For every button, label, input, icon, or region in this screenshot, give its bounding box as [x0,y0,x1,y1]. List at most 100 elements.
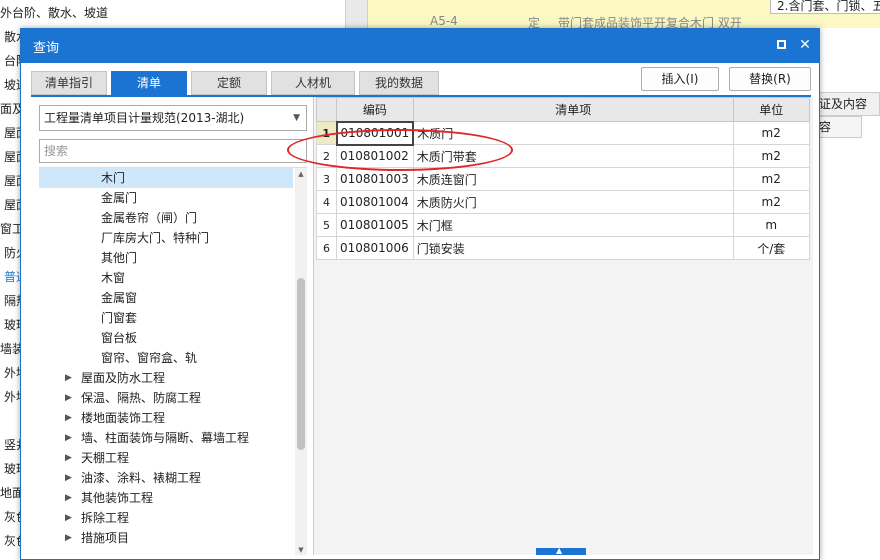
maximize-icon[interactable] [773,37,789,53]
category-tree: ▲ ▼ 木门金属门金属卷帘（闸）门 厂库房大门、特种门 其他门木窗金属窗门窗套窗台板… [39,167,307,555]
cell-item-name[interactable]: 门锁安装 [412,236,734,260]
cell-unit[interactable]: m2 [732,144,810,168]
bg-row-code: A5-4 [430,14,458,28]
tree-item-label: 其他装饰工程 [81,491,154,505]
table-row[interactable]: 3 010801003 木质连窗门 m2 [316,167,810,191]
tree-item[interactable]: 金属卷帘（闸）门 [39,208,293,228]
tree-item-label: 墙、柱面装饰与隔断、幕墙工程 [81,431,250,445]
row-number[interactable]: 1 [316,121,337,145]
column-header-code[interactable]: 编码 [336,97,414,122]
tree-item-label: 拆除工程 [81,511,130,525]
tree-item-label: 保温、隔热、防腐工程 [81,391,202,405]
tree-item[interactable]: ▶ 措施项目 [39,528,293,548]
cell-code[interactable]: 010801004 [336,190,414,214]
tree-item[interactable]: 其他门 [39,248,293,268]
tree-item-label: 厂库房大门、特种门 [101,231,210,245]
table-row[interactable]: 2 010801002 木质门带套 m2 [316,144,810,168]
tree-item-label: 金属门 [101,191,138,205]
tree-item[interactable]: 木窗 [39,268,293,288]
tree-item[interactable]: ▶ 保温、隔热、防腐工程 [39,388,293,408]
tab-quota[interactable]: 定额 [191,71,267,95]
column-header-item[interactable]: 清单项 [412,97,734,122]
chevron-up-icon: ▲ [556,546,563,555]
panel-collapse-handle[interactable]: ▲ [536,546,586,555]
tree-item-label: 其他门 [101,251,138,265]
replace-button[interactable]: 替换(R) [729,67,811,91]
tree-item[interactable]: ▶ 墙、柱面装饰与隔断、幕墙工程 [39,428,293,448]
row-number[interactable]: 5 [316,213,337,237]
bg-tab-content[interactable]: 证及内容 [812,92,880,116]
tree-item-label: 木门 [101,171,126,185]
cell-item-name[interactable]: 木质防火门 [412,190,734,214]
tree-item-label: 窗台板 [101,331,138,345]
tab-list-guide[interactable]: 清单指引 [31,71,107,95]
insert-button[interactable]: 插入(I) [641,67,719,91]
scroll-up-icon[interactable]: ▲ [295,168,307,180]
chevron-right-icon[interactable]: ▶ [65,368,72,388]
left-pane: 工程量清单项目计量规范(2013-湖北) ▼ ▲ ▼ 木门金属门金属卷帘（闸）门… [39,105,307,555]
tab-labor-material[interactable]: 人材机 [271,71,355,95]
tree-item[interactable]: 木门 [39,168,293,188]
table-row[interactable]: 5 010801005 木门框 m [316,213,810,237]
tree-item-label: 楼地面装饰工程 [81,411,166,425]
table-row[interactable]: 1 010801001 木质门 m2 [316,120,810,146]
row-number-header [316,97,337,122]
chevron-right-icon[interactable]: ▶ [65,468,72,488]
tree-item[interactable]: 窗帘、窗帘盒、轨 [39,348,293,368]
tree-item[interactable]: 金属窗 [39,288,293,308]
chevron-right-icon[interactable]: ▶ [65,408,72,428]
spec-select[interactable]: 工程量清单项目计量规范(2013-湖北) ▼ [39,105,307,131]
cell-code[interactable]: 010801001 [335,120,415,146]
bg-content-note: 2.含门套、门锁、五 [770,0,880,14]
row-number[interactable]: 6 [316,236,337,260]
chevron-right-icon[interactable]: ▶ [65,508,72,528]
tree-item[interactable]: ▶ 屋面及防水工程 [39,368,293,388]
chevron-right-icon[interactable]: ▶ [65,428,72,448]
cell-code[interactable]: 010801005 [336,213,414,237]
cell-code[interactable]: 010801002 [336,144,414,168]
tree-item[interactable]: ▶ 拆除工程 [39,508,293,528]
tree-scrollbar[interactable]: ▲ ▼ [295,168,307,555]
tab-my-data[interactable]: 我的数据 [359,71,439,95]
tree-item-label: 天棚工程 [81,451,130,465]
tree-item[interactable]: ▶ 油漆、涂料、裱糊工程 [39,468,293,488]
tree-item-label: 屋面及防水工程 [81,371,166,385]
chevron-right-icon[interactable]: ▶ [65,388,72,408]
tree-item[interactable]: ▶ 其他装饰工程 [39,488,293,508]
cell-item-name[interactable]: 木质门 [412,121,734,145]
tree-item-label: 金属卷帘（闸）门 [101,211,198,225]
row-number[interactable]: 3 [316,167,337,191]
cell-item-name[interactable]: 木质门带套 [412,144,734,168]
cell-code[interactable]: 010801006 [336,236,414,260]
search-input[interactable] [39,139,307,163]
tree-item[interactable]: ▶ 楼地面装饰工程 [39,408,293,428]
cell-code[interactable]: 010801003 [336,167,414,191]
tree-item[interactable]: 金属门 [39,188,293,208]
bg-left-line: 外台阶、散水、坡道 [0,6,109,20]
cell-unit[interactable]: 个/套 [732,236,810,260]
cell-unit[interactable]: m2 [732,190,810,214]
scroll-down-icon[interactable]: ▼ [295,544,307,555]
tree-item-label: 金属窗 [101,291,138,305]
cell-unit[interactable]: m [732,213,810,237]
tree-item[interactable]: 门窗套 [39,308,293,328]
row-number[interactable]: 2 [316,144,337,168]
chevron-right-icon[interactable]: ▶ [65,528,72,548]
close-icon[interactable]: ✕ [797,37,813,53]
cell-unit[interactable]: m2 [732,167,810,191]
cell-item-name[interactable]: 木质连窗门 [412,167,734,191]
cell-unit[interactable]: m2 [732,121,810,145]
tab-bill-items[interactable]: 清单 [111,71,187,95]
chevron-right-icon[interactable]: ▶ [65,488,72,508]
table-row[interactable]: 4 010801004 木质防火门 m2 [316,190,810,214]
cell-item-name[interactable]: 木门框 [412,213,734,237]
chevron-right-icon[interactable]: ▶ [65,448,72,468]
row-number[interactable]: 4 [316,190,337,214]
tree-item[interactable]: ▶ 天棚工程 [39,448,293,468]
dialog-titlebar[interactable]: 查询 ✕ [21,29,819,63]
tree-item[interactable]: 厂库房大门、特种门 [39,228,293,248]
tree-item[interactable]: 窗台板 [39,328,293,348]
scroll-thumb[interactable] [297,278,305,450]
column-header-unit[interactable]: 单位 [732,97,810,122]
table-row[interactable]: 6 010801006 门锁安装 个/套 [316,236,810,260]
